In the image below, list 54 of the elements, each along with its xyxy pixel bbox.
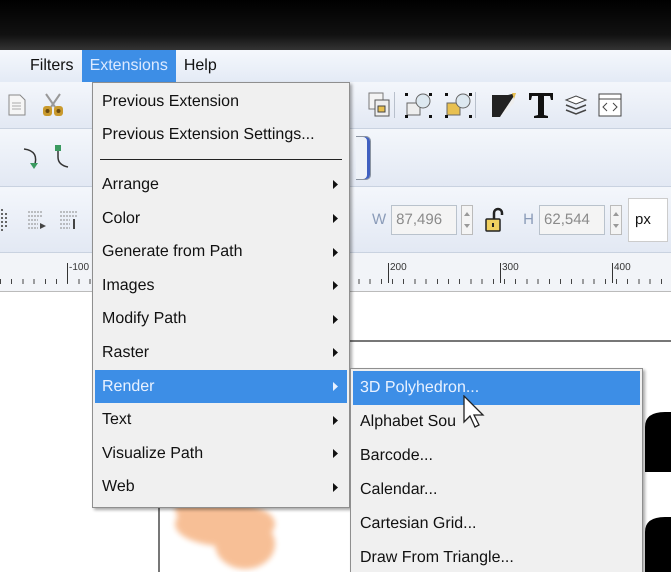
pen-icon[interactable] xyxy=(490,91,518,119)
unit-dropdown[interactable]: px xyxy=(628,198,668,242)
submenu-arrow-icon xyxy=(333,180,338,190)
submenu-arrow-icon xyxy=(333,482,338,492)
menu-item[interactable]: Barcode... xyxy=(353,439,640,473)
letter-shape[interactable] xyxy=(645,412,671,472)
spinner-icon[interactable] xyxy=(461,204,474,234)
scissors-icon[interactable] xyxy=(42,93,64,117)
menu-bar-item[interactable]: Filters xyxy=(22,50,82,82)
menu-item[interactable]: Visualize Path xyxy=(95,436,347,471)
letter-shape[interactable] xyxy=(645,517,671,572)
ruler-label: 400 xyxy=(612,263,631,283)
menu-item[interactable]: Calendar... xyxy=(353,473,640,507)
menu-item[interactable]: Images xyxy=(95,268,347,303)
toggle-button[interactable] xyxy=(356,136,371,180)
align-icon[interactable] xyxy=(0,206,10,232)
submenu-arrow-icon xyxy=(333,348,338,358)
menu-item[interactable]: Web xyxy=(95,470,347,504)
submenu-arrow-icon xyxy=(333,382,338,392)
menu-item[interactable]: Generate from Path xyxy=(95,235,347,269)
height-label: H xyxy=(523,211,534,228)
menu-item[interactable]: Color xyxy=(95,202,347,236)
menu-item[interactable]: Previous Extension xyxy=(95,85,347,119)
padlock-icon[interactable] xyxy=(485,206,506,232)
ruler-label: 300 xyxy=(500,263,519,283)
submenu-arrow-icon xyxy=(333,314,338,324)
submenu-arrow-icon xyxy=(333,248,338,257)
menu-item[interactable]: Modify Path xyxy=(95,302,347,336)
layers-icon[interactable] xyxy=(564,94,588,116)
document-icon[interactable] xyxy=(8,94,26,116)
select-bounding-icon[interactable] xyxy=(445,91,473,119)
menu-item[interactable]: Text xyxy=(95,403,347,437)
text-flow-icon[interactable] xyxy=(58,208,80,230)
menu-item[interactable]: Draw From Triangle... xyxy=(353,541,640,572)
mouse-pointer-icon xyxy=(463,395,485,429)
xml-editor-icon[interactable] xyxy=(598,93,622,117)
submenu-arrow-icon xyxy=(333,416,338,425)
select-bounding-icon[interactable] xyxy=(405,91,433,119)
submenu-arrow-icon xyxy=(333,214,338,224)
menu-item[interactable]: Previous Extension Settings... xyxy=(95,118,347,152)
menu-item[interactable]: Alphabet Sou xyxy=(353,405,640,439)
menu-item[interactable]: Raster xyxy=(95,336,347,370)
text-tool-icon[interactable] xyxy=(528,91,554,119)
submenu-arrow-icon xyxy=(333,449,338,458)
menu-bar-item[interactable]: Help xyxy=(176,50,225,82)
text-flow-icon[interactable] xyxy=(26,208,48,230)
group-icon[interactable] xyxy=(368,92,392,118)
submenu-arrow-icon xyxy=(333,281,338,290)
width-label: W xyxy=(372,211,386,228)
ruler-label: -100 xyxy=(67,263,90,283)
spinner-icon[interactable] xyxy=(610,204,622,234)
ruler-label: 200 xyxy=(388,263,407,283)
menu-item[interactable]: Arrange xyxy=(95,168,347,202)
menu-item[interactable]: Cartesian Grid... xyxy=(353,507,640,541)
